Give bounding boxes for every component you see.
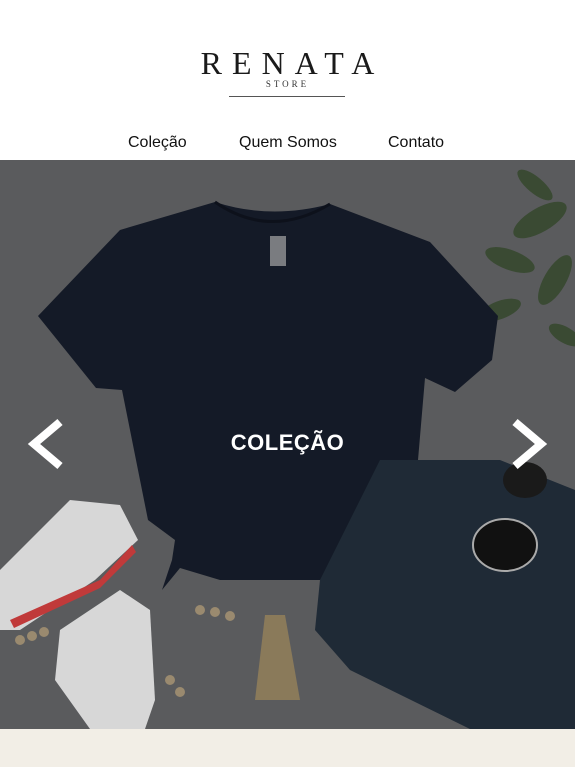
main-nav: Coleção Quem Somos Contato: [0, 134, 575, 156]
nav-item-quem-somos[interactable]: Quem Somos: [239, 134, 337, 152]
carousel-next-button[interactable]: [511, 418, 551, 470]
hero-carousel: COLEÇÃO: [0, 160, 575, 729]
carousel-prev-button[interactable]: [24, 418, 64, 470]
chevron-right-icon: [512, 418, 548, 470]
brand-subtitle: STORE: [265, 79, 310, 89]
brand-logo[interactable]: RENATA STORE: [0, 45, 575, 97]
nav-item-contato[interactable]: Contato: [388, 134, 444, 152]
nav-item-colecao[interactable]: Coleção: [128, 134, 187, 152]
chevron-left-icon: [27, 418, 63, 470]
hero-title: COLEÇÃO: [230, 430, 345, 455]
site-header: RENATA STORE Coleção Quem Somos Contato: [0, 0, 575, 160]
section-band: [0, 729, 575, 767]
brand-name: RENATA: [200, 45, 385, 81]
logo-divider: [229, 96, 345, 97]
